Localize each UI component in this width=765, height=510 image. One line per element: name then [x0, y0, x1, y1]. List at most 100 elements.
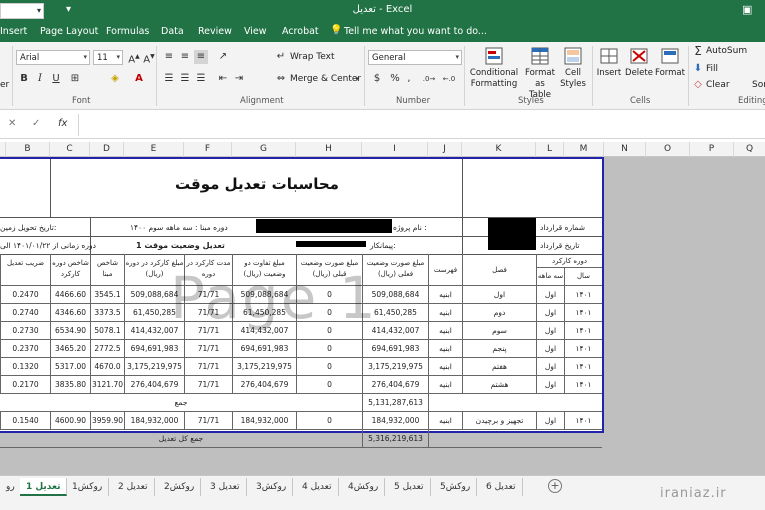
cell-q[interactable]: اول	[536, 358, 564, 376]
column-header-b[interactable]: B	[6, 142, 50, 157]
number-format-dropdown[interactable]: General ▾	[368, 50, 462, 65]
tell-me-box[interactable]: Tell me what you want to do...	[344, 26, 487, 37]
column-header-l[interactable]: L	[536, 142, 564, 157]
currency-icon[interactable]: $	[370, 72, 384, 86]
column-header-k[interactable]: K	[462, 142, 536, 157]
cell-coef[interactable]: 0.2170	[0, 376, 50, 394]
ribbon-display-options-icon[interactable]: ▣	[742, 3, 752, 16]
sheet-tab[interactable]: روکش3	[250, 478, 294, 496]
cell-coef[interactable]: 0.1320	[0, 358, 50, 376]
insert-cells-button[interactable]: Insert	[594, 46, 624, 79]
sheet-tab[interactable]: تعدیل 4	[296, 478, 339, 496]
column-header-e[interactable]: E	[124, 142, 184, 157]
cell-cur[interactable]: 184,932,000	[362, 412, 428, 430]
column-header-c[interactable]: C	[50, 142, 90, 157]
borders-icon[interactable]: ⊞	[68, 72, 82, 86]
add-sheet-icon[interactable]: +	[548, 479, 562, 493]
autosum-button[interactable]: AutoSum	[706, 46, 747, 56]
font-color-icon[interactable]: A	[132, 72, 146, 86]
cell-coef[interactable]: 0.2730	[0, 322, 50, 340]
cell-y[interactable]: ۱۴۰۱	[564, 340, 602, 358]
cell-dur[interactable]: 71/71	[184, 376, 232, 394]
column-header-f[interactable]: F	[184, 142, 232, 157]
cell-y[interactable]: ۱۴۰۱	[564, 376, 602, 394]
cell-y[interactable]: ۱۴۰۱	[564, 322, 602, 340]
percent-icon[interactable]: %	[388, 72, 402, 86]
cell-dur[interactable]: 71/71	[184, 340, 232, 358]
tab-review[interactable]: Review	[198, 26, 232, 37]
cell-season[interactable]: پنجم	[462, 340, 536, 358]
cell-list[interactable]: ابنیه	[428, 412, 462, 430]
cell-q[interactable]: اول	[536, 322, 564, 340]
empty-cell[interactable]	[428, 394, 602, 412]
sheet-tab[interactable]: روکش1	[66, 478, 110, 496]
cell-dur[interactable]: 71/71	[184, 412, 232, 430]
cell-q[interactable]: اول	[536, 286, 564, 304]
cell-coef[interactable]: 0.1540	[0, 412, 50, 430]
sheet-tab[interactable]: تعدیل 5	[388, 478, 431, 496]
chevron-down-icon[interactable]: ▾	[352, 72, 362, 86]
cell-diff[interactable]: 276,404,679	[232, 376, 296, 394]
clear-button[interactable]: Clear	[706, 80, 730, 90]
bold-icon[interactable]: B	[18, 72, 30, 86]
cell-coef[interactable]: 0.2740	[0, 304, 50, 322]
cell-diff[interactable]: 694,691,983	[232, 340, 296, 358]
tab-view[interactable]: View	[244, 26, 267, 37]
sheet-tab-active[interactable]: تعدیل 1	[20, 478, 68, 496]
increase-indent-icon[interactable]: ⇥	[232, 72, 246, 86]
sheet-tab[interactable]: تعدیل 6	[480, 478, 523, 496]
cell-idx[interactable]: 3465.20	[50, 340, 90, 358]
font-size-dropdown[interactable]: 11 ▾	[93, 50, 123, 65]
increase-font-icon[interactable]: A▲	[127, 50, 141, 67]
sheet-tab[interactable]: تعدیل 2	[112, 478, 155, 496]
align-bottom-icon[interactable]: ≡	[194, 50, 208, 64]
cell-q[interactable]: اول	[536, 304, 564, 322]
cell-y[interactable]: ۱۴۰۱	[564, 304, 602, 322]
align-left-icon[interactable]: ☰	[162, 72, 176, 86]
delete-cells-button[interactable]: Delete	[624, 46, 654, 79]
column-header-d[interactable]: D	[90, 142, 124, 157]
tab-page-layout[interactable]: Page Layout	[40, 26, 98, 37]
insert-function-icon[interactable]: fx	[58, 118, 67, 129]
cell-coef[interactable]: 0.2370	[0, 340, 50, 358]
cell-idx[interactable]: 5317.00	[50, 358, 90, 376]
cell-idx[interactable]: 4346.60	[50, 304, 90, 322]
decrease-decimal-icon[interactable]: ←.0	[440, 72, 458, 86]
cell-idx[interactable]: 4600.90	[50, 412, 90, 430]
worksheet-grid[interactable]: محاسبات تعدیل موقت تاریخ تحویل زمین: دور…	[0, 157, 765, 475]
cell-styles-button[interactable]: Cell Styles	[558, 46, 588, 90]
cell-idx[interactable]: 4466.60	[50, 286, 90, 304]
cell-q[interactable]: اول	[536, 412, 564, 430]
sheet-tab[interactable]: روکش2	[158, 478, 202, 496]
decrease-indent-icon[interactable]: ⇤	[216, 72, 230, 86]
sheet-tab[interactable]: روکش5	[434, 478, 478, 496]
cell-base[interactable]: 2772.5	[90, 340, 124, 358]
tab-insert[interactable]: Insert	[0, 26, 27, 37]
cell-base[interactable]: 3545.1	[90, 286, 124, 304]
format-cells-button[interactable]: Format	[654, 46, 686, 79]
cell-y[interactable]: ۱۴۰۱	[564, 358, 602, 376]
cell-base[interactable]: 3959.90	[90, 412, 124, 430]
align-center-icon[interactable]: ☰	[178, 72, 192, 86]
column-header-g[interactable]: G	[232, 142, 296, 157]
cell-list[interactable]: ابنیه	[428, 304, 462, 322]
cell-list[interactable]: ابنیه	[428, 286, 462, 304]
align-right-icon[interactable]: ☰	[194, 72, 208, 86]
cell-list[interactable]: ابنیه	[428, 340, 462, 358]
column-header-j[interactable]: J	[428, 142, 462, 157]
merge-center-button[interactable]: Merge & Center	[290, 74, 361, 84]
empty-cell[interactable]	[428, 430, 602, 448]
cell-season[interactable]: سوم	[462, 322, 536, 340]
cell-base[interactable]: 5078.1	[90, 322, 124, 340]
cell-base[interactable]: 3373.5	[90, 304, 124, 322]
cell-list[interactable]: ابنیه	[428, 376, 462, 394]
cell-amount[interactable]: 276,404,679	[124, 376, 184, 394]
cancel-icon[interactable]: ✕	[8, 118, 16, 129]
cell-coef[interactable]: 0.2470	[0, 286, 50, 304]
tab-data[interactable]: Data	[161, 26, 184, 37]
tab-formulas[interactable]: Formulas	[106, 26, 149, 37]
cell-cur[interactable]: 276,404,679	[362, 376, 428, 394]
enter-icon[interactable]: ✓	[32, 118, 40, 129]
comma-style-icon[interactable]: ,	[404, 72, 414, 86]
sheet-tab[interactable]: روکش4	[342, 478, 386, 496]
